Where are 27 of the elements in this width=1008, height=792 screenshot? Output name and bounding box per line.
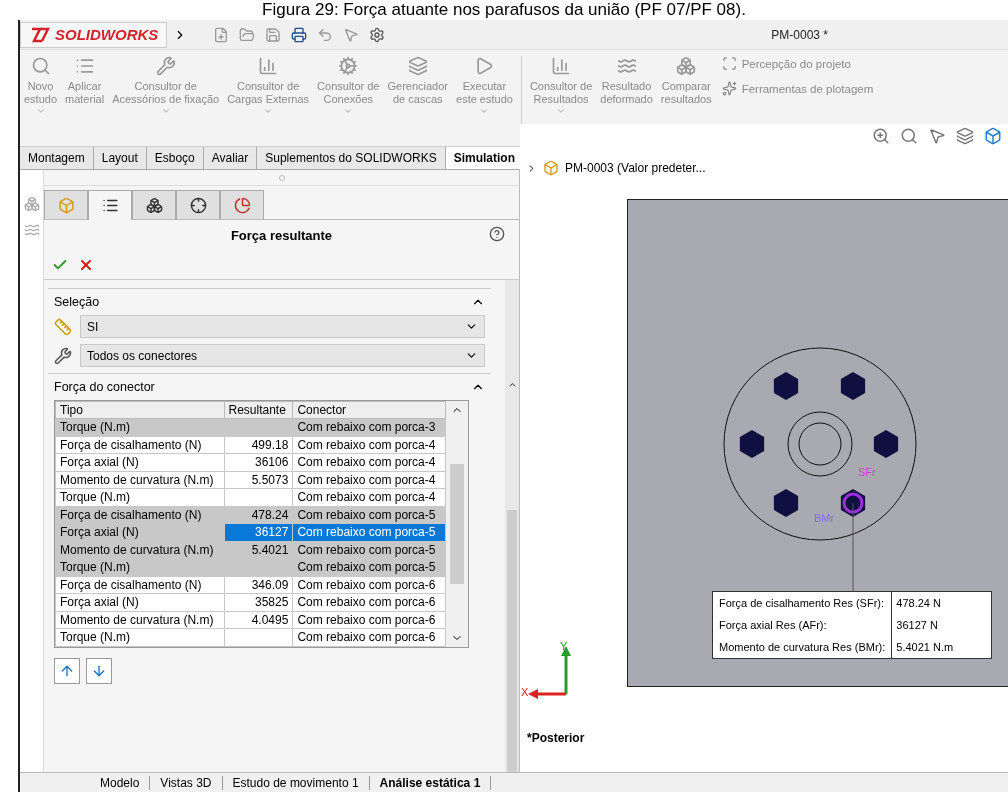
bottom-tab[interactable]: Modelo: [90, 775, 151, 790]
column-header[interactable]: Resultante: [224, 401, 293, 419]
tree-item[interactable]: PM-0003 (Valor predeter...: [565, 161, 706, 175]
units-dropdown[interactable]: SI: [80, 315, 485, 338]
column-header[interactable]: Conector: [292, 401, 446, 419]
window-title: PM-0003 *: [771, 27, 828, 42]
axis-label: X: [521, 686, 529, 698]
app-logo: SOLIDWORKS: [20, 21, 168, 48]
section-title: Seleção: [54, 295, 100, 309]
bottom-tab[interactable]: Vistas 3D: [150, 775, 223, 790]
marker-label: BMr: [814, 512, 835, 524]
bottom-tab[interactable]: Estudo de movimento 1: [222, 775, 370, 790]
callout-value: 478.24 N: [895, 596, 942, 611]
axis-label: Y: [560, 640, 568, 652]
panel-title: Força resultante: [230, 227, 333, 243]
callout-value: 5.4021 N.m: [895, 640, 955, 655]
callout-label: Forҫa axial Res (AFr):: [713, 614, 893, 636]
section-title: Força do conector: [54, 380, 155, 394]
figure-caption: Figura 29: Força atuante nos parafusos da união (PF 07/PF 08).: [261, 0, 747, 20]
connector-dropdown[interactable]: Todos os conectores: [80, 344, 485, 367]
marker-label: SFr: [858, 466, 876, 478]
bottom-tab[interactable]: Análise estática 1: [369, 775, 492, 790]
view-name: *Posterior: [527, 731, 585, 745]
column-header[interactable]: Tipo: [55, 401, 224, 419]
callout-label: Forҫa de cisalhamento Res (SFr):: [713, 592, 893, 614]
callout-value: 36127 N: [895, 618, 939, 633]
callout-label: Momento de curvatura Res (BMr):: [713, 636, 893, 658]
